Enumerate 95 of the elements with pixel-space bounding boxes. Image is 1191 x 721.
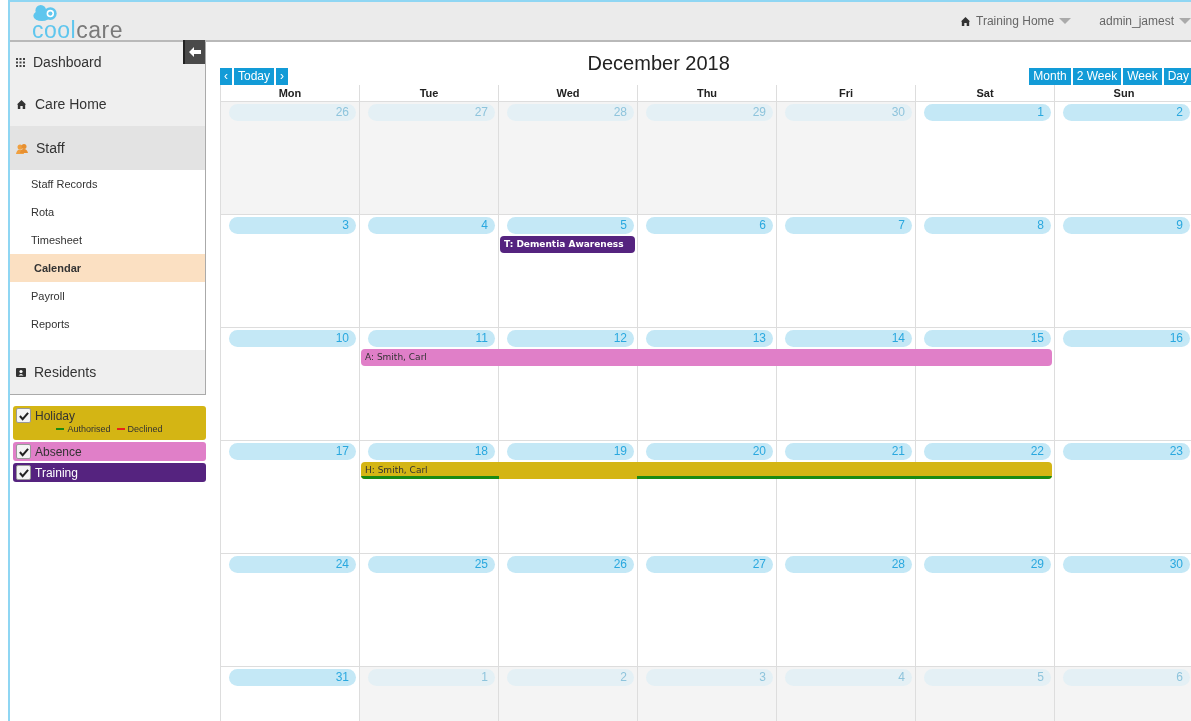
nav-subitem[interactable]: Reports (10, 310, 205, 338)
day-number[interactable]: 28 (507, 104, 634, 121)
day-number[interactable]: 18 (368, 443, 495, 460)
day-number[interactable]: 20 (646, 443, 773, 460)
day-number[interactable]: 30 (1063, 556, 1190, 573)
home-icon (960, 15, 972, 27)
day-number[interactable]: 19 (507, 443, 634, 460)
checkbox[interactable] (16, 408, 31, 423)
event-bar[interactable]: H: Smith, Carl (361, 462, 1052, 479)
event-bar[interactable]: T: Dementia Awareness (500, 236, 635, 253)
day-number[interactable]: 17 (229, 443, 356, 460)
logo: coolcare (32, 20, 123, 39)
day-number[interactable]: 15 (924, 330, 1051, 347)
view-button[interactable]: Day (1163, 68, 1191, 85)
day-number[interactable]: 31 (229, 669, 356, 686)
legend-item[interactable]: Holiday Authorised Declined (13, 406, 206, 440)
day-number[interactable]: 1 (924, 104, 1051, 121)
home-menu[interactable]: Training Home (976, 14, 1055, 28)
day-number[interactable]: 11 (368, 330, 495, 347)
check-icon (18, 467, 29, 478)
nav-item[interactable]: Staff (10, 126, 205, 170)
nav-subitem[interactable]: Rota (10, 198, 205, 226)
arrow-left-icon (188, 46, 202, 58)
day-number[interactable]: 5 (924, 669, 1051, 686)
day-number[interactable]: 29 (646, 104, 773, 121)
checkbox[interactable] (16, 465, 31, 480)
day-number[interactable]: 21 (785, 443, 912, 460)
grid-icon (16, 57, 25, 67)
day-number[interactable]: 12 (507, 330, 634, 347)
day-number[interactable]: 14 (785, 330, 912, 347)
day-number[interactable]: 22 (924, 443, 1051, 460)
user-menu[interactable]: admin_jamest (1099, 14, 1174, 28)
legend-item[interactable]: Absence (13, 442, 206, 461)
day-number[interactable]: 4 (785, 669, 912, 686)
day-number[interactable]: 23 (1063, 443, 1190, 460)
nav-item[interactable]: Residents (10, 350, 205, 394)
day-number[interactable]: 30 (785, 104, 912, 121)
day-number[interactable]: 24 (229, 556, 356, 573)
legend-label: Absence (35, 444, 82, 459)
day-number[interactable]: 27 (646, 556, 773, 573)
weekday-header: Mon (220, 85, 359, 101)
day-number[interactable]: 25 (368, 556, 495, 573)
legend-label: Holiday (35, 408, 76, 423)
day-number[interactable]: 7 (785, 217, 912, 234)
nav-subitem[interactable]: Staff Records (10, 170, 205, 198)
legend-note: Declined (127, 424, 163, 434)
nav-subitem[interactable]: Timesheet (10, 226, 205, 254)
weekday-header: Sun (1054, 85, 1191, 101)
day-number[interactable]: 6 (1063, 669, 1190, 686)
next-button[interactable]: › (276, 68, 289, 85)
view-button[interactable]: Week (1123, 68, 1162, 85)
weekday-header: Tue (359, 85, 498, 101)
home-icon (16, 98, 27, 110)
check-icon (18, 446, 29, 457)
day-number[interactable]: 28 (785, 556, 912, 573)
cloud-icon (32, 3, 58, 21)
nav-item[interactable]: Care Home (10, 82, 205, 126)
day-number[interactable]: 9 (1063, 217, 1190, 234)
nav-subitem[interactable]: Payroll (10, 282, 205, 310)
weekday-header: Wed (498, 85, 637, 101)
collapse-button[interactable] (183, 40, 205, 64)
day-number[interactable]: 2 (1063, 104, 1190, 121)
view-button[interactable]: 2 Week (1072, 68, 1122, 85)
day-number[interactable]: 26 (229, 104, 356, 121)
day-number[interactable]: 5 (507, 217, 634, 234)
prev-button[interactable]: ‹ (220, 68, 232, 85)
day-number[interactable]: 3 (646, 669, 773, 686)
day-number[interactable]: 29 (924, 556, 1051, 573)
weekday-header: Thu (637, 85, 776, 101)
legend-item[interactable]: Training (13, 463, 206, 482)
view-button[interactable]: Month (1029, 68, 1071, 85)
day-number[interactable]: 27 (368, 104, 495, 121)
day-number[interactable]: 26 (507, 556, 634, 573)
day-number[interactable]: 6 (646, 217, 773, 234)
nav-item[interactable]: Dashboard (10, 42, 181, 82)
day-number[interactable]: 8 (924, 217, 1051, 234)
day-number[interactable]: 3 (229, 217, 356, 234)
day-number[interactable]: 2 (507, 669, 634, 686)
today-button[interactable]: Today (234, 68, 275, 85)
event-bar[interactable]: A: Smith, Carl (361, 349, 1052, 366)
weekday-header: Fri (776, 85, 915, 101)
checkbox[interactable] (16, 444, 31, 459)
weekday-header: Sat (915, 85, 1054, 101)
people-icon (16, 142, 28, 154)
day-number[interactable]: 13 (646, 330, 773, 347)
legend-note: Authorised (67, 424, 111, 434)
day-number[interactable]: 4 (368, 217, 495, 234)
day-number[interactable]: 1 (368, 669, 495, 686)
check-icon (18, 410, 29, 421)
day-number[interactable]: 16 (1063, 330, 1190, 347)
legend-label: Training (35, 465, 78, 480)
nav-subitem[interactable]: Calendar (10, 254, 205, 282)
calendar-title: December 2018 (587, 52, 730, 75)
day-number[interactable]: 10 (229, 330, 356, 347)
id-card-icon (16, 366, 26, 378)
